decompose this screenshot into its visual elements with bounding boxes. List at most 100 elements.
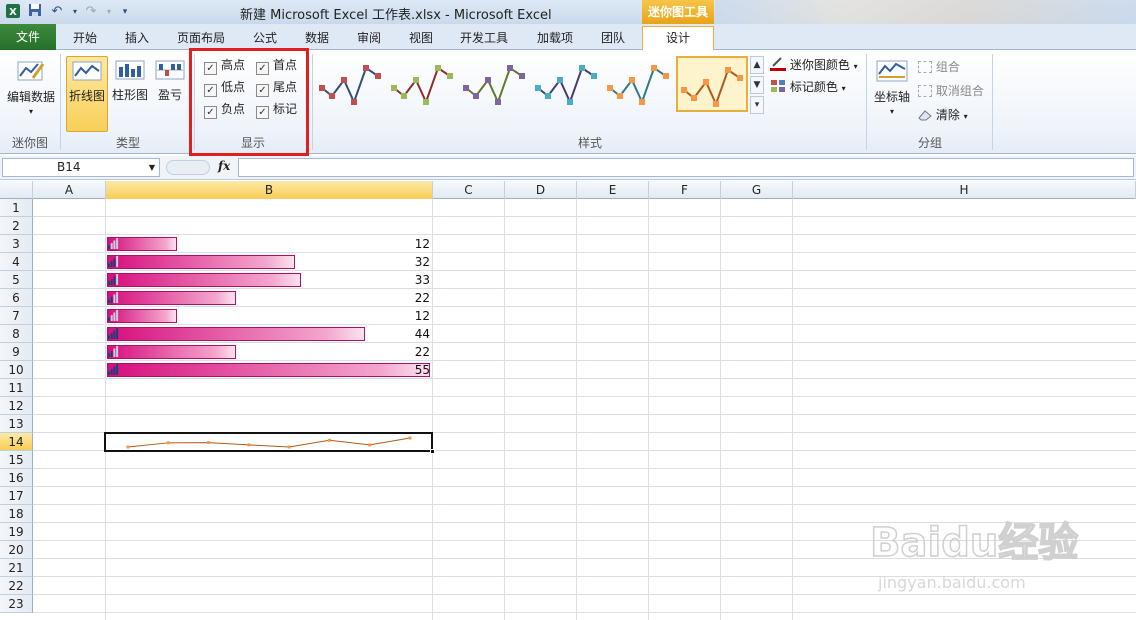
column-header-a[interactable]: A (33, 181, 106, 199)
name-box[interactable]: B14 ▼ (2, 158, 160, 177)
row-header-3[interactable]: 3 (0, 235, 33, 253)
line-type-button[interactable]: 折线图 (66, 56, 108, 132)
tab-insert[interactable]: 插入 (114, 27, 160, 50)
row-header-9[interactable]: 9 (0, 343, 33, 361)
row-header-6[interactable]: 6 (0, 289, 33, 307)
group-label-style: 样式 (577, 136, 602, 150)
row-header-16[interactable]: 16 (0, 469, 33, 487)
cell-value[interactable]: 32 (106, 253, 430, 271)
sparkline-b14 (126, 436, 412, 449)
cell-value[interactable]: 12 (106, 235, 430, 253)
column-header-e[interactable]: E (577, 181, 649, 199)
row-header-20[interactable]: 20 (0, 541, 33, 559)
grid-row-line (33, 414, 1136, 415)
row-header-10[interactable]: 10 (0, 361, 33, 379)
tab-file[interactable]: 文件 (0, 24, 56, 50)
gallery-scroll-up-icon[interactable]: ▲ (750, 56, 764, 74)
sparkline-style-5[interactable] (604, 56, 676, 112)
name-box-value: B14 (57, 160, 81, 174)
column-header-h[interactable]: H (793, 181, 1136, 199)
group-separator (866, 54, 867, 150)
sparkline-color-button[interactable]: 迷你图颜色 ▾ (770, 56, 858, 74)
line-type-label: 折线图 (68, 89, 105, 103)
customize-toolbar-icon[interactable]: ▾ (116, 3, 134, 21)
cell-value[interactable]: 12 (106, 307, 430, 325)
row-header-11[interactable]: 11 (0, 379, 33, 397)
row-header-8[interactable]: 8 (0, 325, 33, 343)
tab-review[interactable]: 审阅 (346, 27, 392, 50)
row-header-15[interactable]: 15 (0, 451, 33, 469)
row-header-4[interactable]: 4 (0, 253, 33, 271)
sparkline-style-6[interactable] (676, 56, 748, 112)
ungroup-button[interactable]: 取消组合 (918, 82, 984, 100)
clear-button[interactable]: 清除 ▾ (918, 106, 968, 124)
line-chart-icon (72, 61, 102, 81)
sparkline-style-3[interactable] (460, 56, 532, 112)
cell-value[interactable]: 22 (106, 289, 430, 307)
sparkline-marker (166, 441, 170, 445)
row-header-18[interactable]: 18 (0, 505, 33, 523)
context-tool-group: 迷你图工具 (642, 0, 714, 24)
save-icon[interactable] (26, 3, 44, 21)
sparkline-marker (207, 441, 211, 445)
tab-page-layout[interactable]: 页面布局 (170, 27, 232, 50)
column-header-f[interactable]: F (649, 181, 721, 199)
row-header-5[interactable]: 5 (0, 271, 33, 289)
row-header-13[interactable]: 13 (0, 415, 33, 433)
winloss-type-button[interactable]: 盈亏 (152, 56, 188, 103)
tab-view[interactable]: 视图 (398, 27, 444, 50)
undo-icon[interactable]: ↶ (48, 3, 66, 21)
tab-home[interactable]: 开始 (62, 27, 108, 50)
tab-team[interactable]: 团队 (590, 27, 636, 50)
tab-formulas[interactable]: 公式 (242, 27, 288, 50)
axis-button[interactable]: 坐标轴 ▾ (872, 56, 912, 116)
row-header-22[interactable]: 22 (0, 577, 33, 595)
column-header-b[interactable]: B (106, 181, 433, 199)
cell-value[interactable]: 33 (106, 271, 430, 289)
tab-developer[interactable]: 开发工具 (452, 27, 516, 50)
style-preview-icon (607, 65, 669, 105)
style-preview-icon (319, 65, 381, 105)
sparkline-style-2[interactable] (388, 56, 460, 112)
group-separator (312, 54, 313, 150)
edit-data-label: 编辑数据 (6, 90, 55, 104)
cell-value[interactable]: 22 (106, 343, 430, 361)
formula-input[interactable] (238, 158, 1134, 177)
row-header-14[interactable]: 14 (0, 433, 33, 451)
formula-bar-resize-handle[interactable] (166, 160, 210, 175)
pen-color-icon (770, 57, 786, 71)
row-header-12[interactable]: 12 (0, 397, 33, 415)
gallery-more-icon[interactable]: ▾ (750, 96, 764, 114)
row-header-21[interactable]: 21 (0, 559, 33, 577)
column-header-c[interactable]: C (433, 181, 505, 199)
style-preview-icon (391, 65, 453, 105)
column-header-g[interactable]: G (721, 181, 793, 199)
sparkline-style-1[interactable] (316, 56, 388, 112)
edit-data-button[interactable]: 编辑数据 ▾ (4, 56, 58, 116)
group-button[interactable]: 组合 (918, 58, 960, 76)
sparkline-style-4[interactable] (532, 56, 604, 112)
gallery-scroll-down-icon[interactable]: ▼ (750, 76, 764, 94)
tab-data[interactable]: 数据 (294, 27, 340, 50)
tab-design[interactable]: 设计 (642, 26, 714, 50)
row-header-17[interactable]: 17 (0, 487, 33, 505)
tab-addins[interactable]: 加载项 (528, 27, 582, 50)
column-header-d[interactable]: D (505, 181, 577, 199)
row-header-1[interactable]: 1 (0, 199, 33, 217)
group-label: 组合 (935, 60, 960, 74)
cell-value[interactable]: 44 (106, 325, 430, 343)
marker-color-button[interactable]: 标记颜色 ▾ (770, 78, 846, 96)
redo-icon[interactable]: ↷ (82, 3, 100, 21)
column-type-button[interactable]: 柱形图 (110, 56, 150, 103)
row-header-23[interactable]: 23 (0, 595, 33, 613)
insert-function-icon[interactable]: fx (218, 159, 230, 173)
row-header-7[interactable]: 7 (0, 307, 33, 325)
formula-bar: B14 ▼ fx (0, 156, 1136, 180)
row-header-19[interactable]: 19 (0, 523, 33, 541)
row-header-2[interactable]: 2 (0, 217, 33, 235)
cell-value[interactable]: 55 (106, 361, 430, 379)
select-all-corner[interactable] (0, 181, 33, 199)
ungroup-label: 取消组合 (935, 84, 984, 98)
ribbon: 编辑数据 ▾ 迷你图 折线图 柱形图 盈亏 类型 ✓ 高点 ✓ 首点 ✓ 低点 ✓ 尾点… (0, 50, 1136, 154)
grid-row-line (33, 612, 1136, 613)
